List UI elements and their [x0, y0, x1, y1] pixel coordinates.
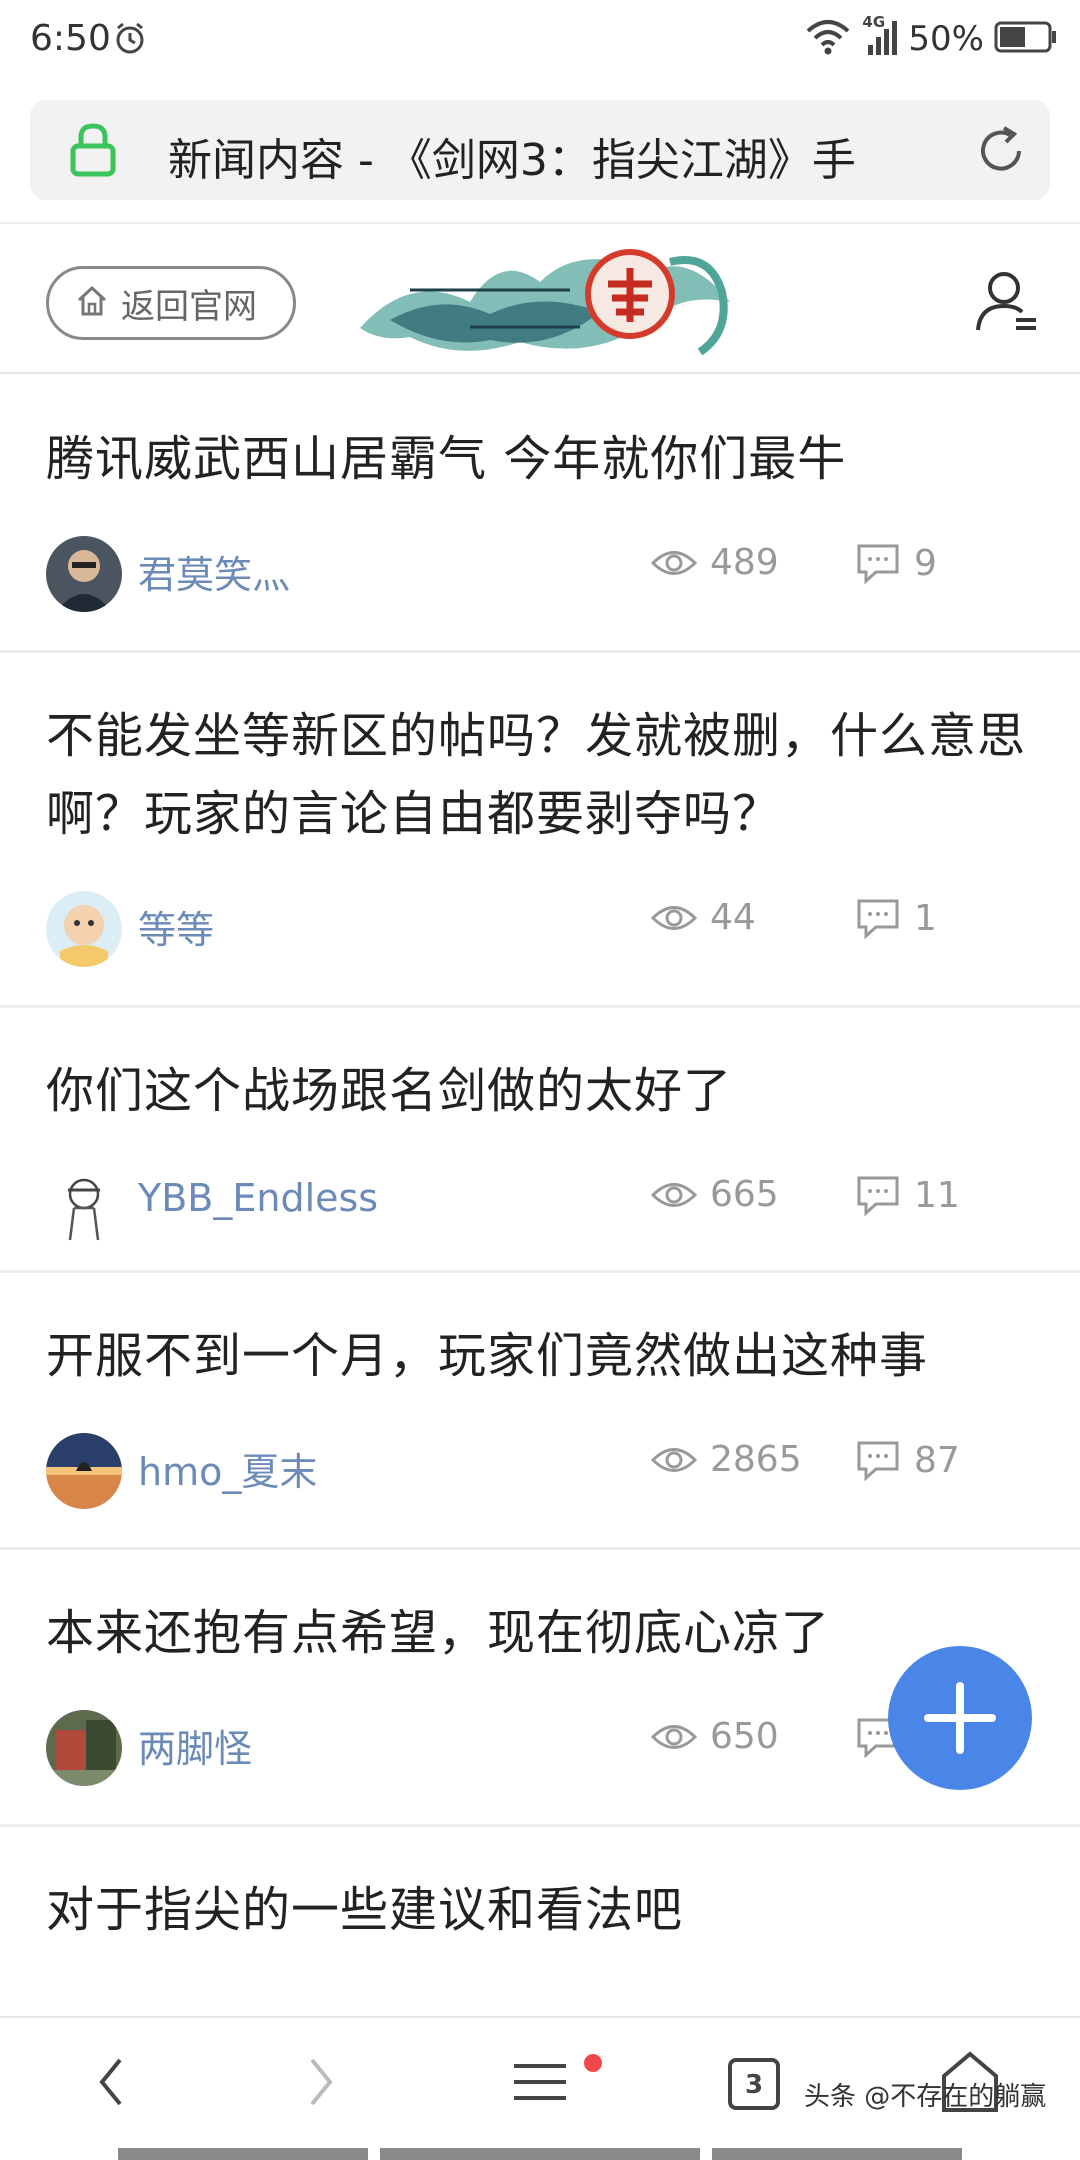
network-type: 4G	[862, 13, 886, 31]
post-title[interactable]: 你们这个战场跟名剑做的太好了	[46, 1008, 1034, 1130]
eye-icon	[650, 905, 698, 930]
gesture-bar	[712, 2148, 962, 2160]
post-title[interactable]: 本来还抱有点希望，现在彻底心凉了	[46, 1550, 1034, 1672]
eye-icon	[650, 1182, 698, 1207]
post-title[interactable]: 腾讯威武西山居霸气 今年就你们最牛	[46, 376, 1034, 498]
comment-icon	[857, 899, 899, 939]
post-title[interactable]: 不能发坐等新区的帖吗？发就被删，什么意思啊？玩家的言论自由都要剥夺吗？	[46, 653, 1034, 853]
comment-count: 1	[856, 897, 937, 939]
comment-count-value: 1	[914, 897, 937, 939]
avatar[interactable]	[46, 891, 122, 967]
view-count: 44	[650, 897, 756, 938]
page-title[interactable]: 新闻内容 - 《剑网3：指尖江湖》手	[168, 124, 928, 188]
back-to-official-button[interactable]: 返回官网	[46, 266, 296, 340]
list-item[interactable]: 开服不到一个月，玩家们竟然做出这种事 hmo_夏末 2865 87	[0, 1273, 1080, 1550]
back-to-official-label: 返回官网	[121, 286, 257, 327]
status-bar: 6:50 4G 50%	[0, 0, 1080, 80]
list-item[interactable]: 腾讯威武西山居霸气 今年就你们最牛 君莫笑灬 489 9	[0, 376, 1080, 653]
gesture-bar	[380, 2148, 700, 2160]
avatar[interactable]	[46, 1710, 122, 1786]
address-bar[interactable]: 新闻内容 - 《剑网3：指尖江湖》手	[30, 100, 1050, 200]
author-name[interactable]: hmo_夏末	[138, 1441, 317, 1496]
list-item[interactable]: 你们这个战场跟名剑做的太好了 YBB_Endless 665 11	[0, 1008, 1080, 1273]
comment-count: 9	[856, 542, 937, 584]
view-count: 489	[650, 542, 779, 583]
notification-dot	[584, 2054, 602, 2072]
comment-count-value: 9	[914, 542, 937, 584]
home-icon	[75, 284, 109, 322]
game-logo	[350, 232, 740, 368]
battery-percent: 50%	[908, 19, 984, 59]
view-count-value: 665	[710, 1174, 779, 1215]
status-time: 6:50	[30, 18, 111, 59]
view-count: 665	[650, 1174, 779, 1215]
post-meta: 君莫笑灬 489 9	[46, 498, 1034, 650]
list-item[interactable]: 不能发坐等新区的帖吗？发就被删，什么意思啊？玩家的言论自由都要剥夺吗？ 等等 4…	[0, 653, 1080, 1008]
forward-arrow-icon[interactable]	[296, 2040, 346, 2124]
status-right: 4G 50%	[804, 13, 1058, 64]
reload-icon[interactable]	[974, 124, 1028, 182]
post-title[interactable]: 对于指尖的一些建议和看法吧	[46, 1827, 1034, 1949]
post-meta: hmo_夏末 2865 87	[46, 1395, 1034, 1547]
comment-count: 87	[856, 1439, 960, 1481]
comment-count-value: 87	[914, 1439, 960, 1481]
watermark: 头条 @不存在的躺赢	[804, 2082, 1047, 2112]
site-header: 返回官网	[0, 222, 1080, 374]
view-count-value: 44	[710, 897, 756, 938]
list-item[interactable]: 对于指尖的一些建议和看法吧	[0, 1827, 1080, 1949]
author-name[interactable]: 君莫笑灬	[138, 544, 290, 599]
view-count-value: 650	[710, 1716, 779, 1757]
tabs-count: 3	[744, 2070, 764, 2100]
post-meta: 等等 44 1	[46, 853, 1034, 1005]
menu-icon[interactable]	[508, 2040, 572, 2124]
eye-icon	[650, 550, 698, 575]
comment-count: 11	[856, 1174, 960, 1216]
avatar[interactable]	[46, 536, 122, 612]
author-name[interactable]: 两脚怪	[138, 1718, 252, 1773]
post-meta: YBB_Endless 665 11	[46, 1130, 1034, 1270]
signal-icon: 4G	[862, 13, 898, 61]
avatar[interactable]	[46, 1433, 122, 1509]
gesture-bar	[118, 2148, 368, 2160]
add-post-button[interactable]	[888, 1646, 1032, 1790]
eye-icon	[650, 1724, 698, 1749]
author-name[interactable]: 等等	[138, 899, 214, 954]
avatar[interactable]	[46, 1168, 122, 1244]
view-count-value: 2865	[710, 1439, 802, 1480]
comment-count-value: 11	[914, 1174, 960, 1216]
view-count: 650	[650, 1716, 779, 1757]
tabs-button[interactable]: 3	[722, 2040, 786, 2124]
view-count-value: 489	[710, 542, 779, 583]
alarm-icon	[112, 20, 148, 60]
comment-icon	[857, 1176, 899, 1216]
view-count: 2865	[650, 1439, 802, 1480]
post-meta: 两脚怪 650 12	[46, 1672, 1034, 1824]
battery-icon	[994, 20, 1058, 58]
eye-icon	[650, 1447, 698, 1472]
comment-icon	[857, 544, 899, 584]
plus-icon	[924, 1682, 996, 1754]
back-arrow-icon[interactable]	[86, 2040, 136, 2124]
wifi-icon	[804, 17, 852, 61]
user-icon[interactable]	[974, 268, 1040, 342]
author-name[interactable]: YBB_Endless	[138, 1176, 378, 1220]
comment-icon	[857, 1441, 899, 1481]
lock-icon	[68, 122, 118, 182]
post-title[interactable]: 开服不到一个月，玩家们竟然做出这种事	[46, 1273, 1034, 1395]
